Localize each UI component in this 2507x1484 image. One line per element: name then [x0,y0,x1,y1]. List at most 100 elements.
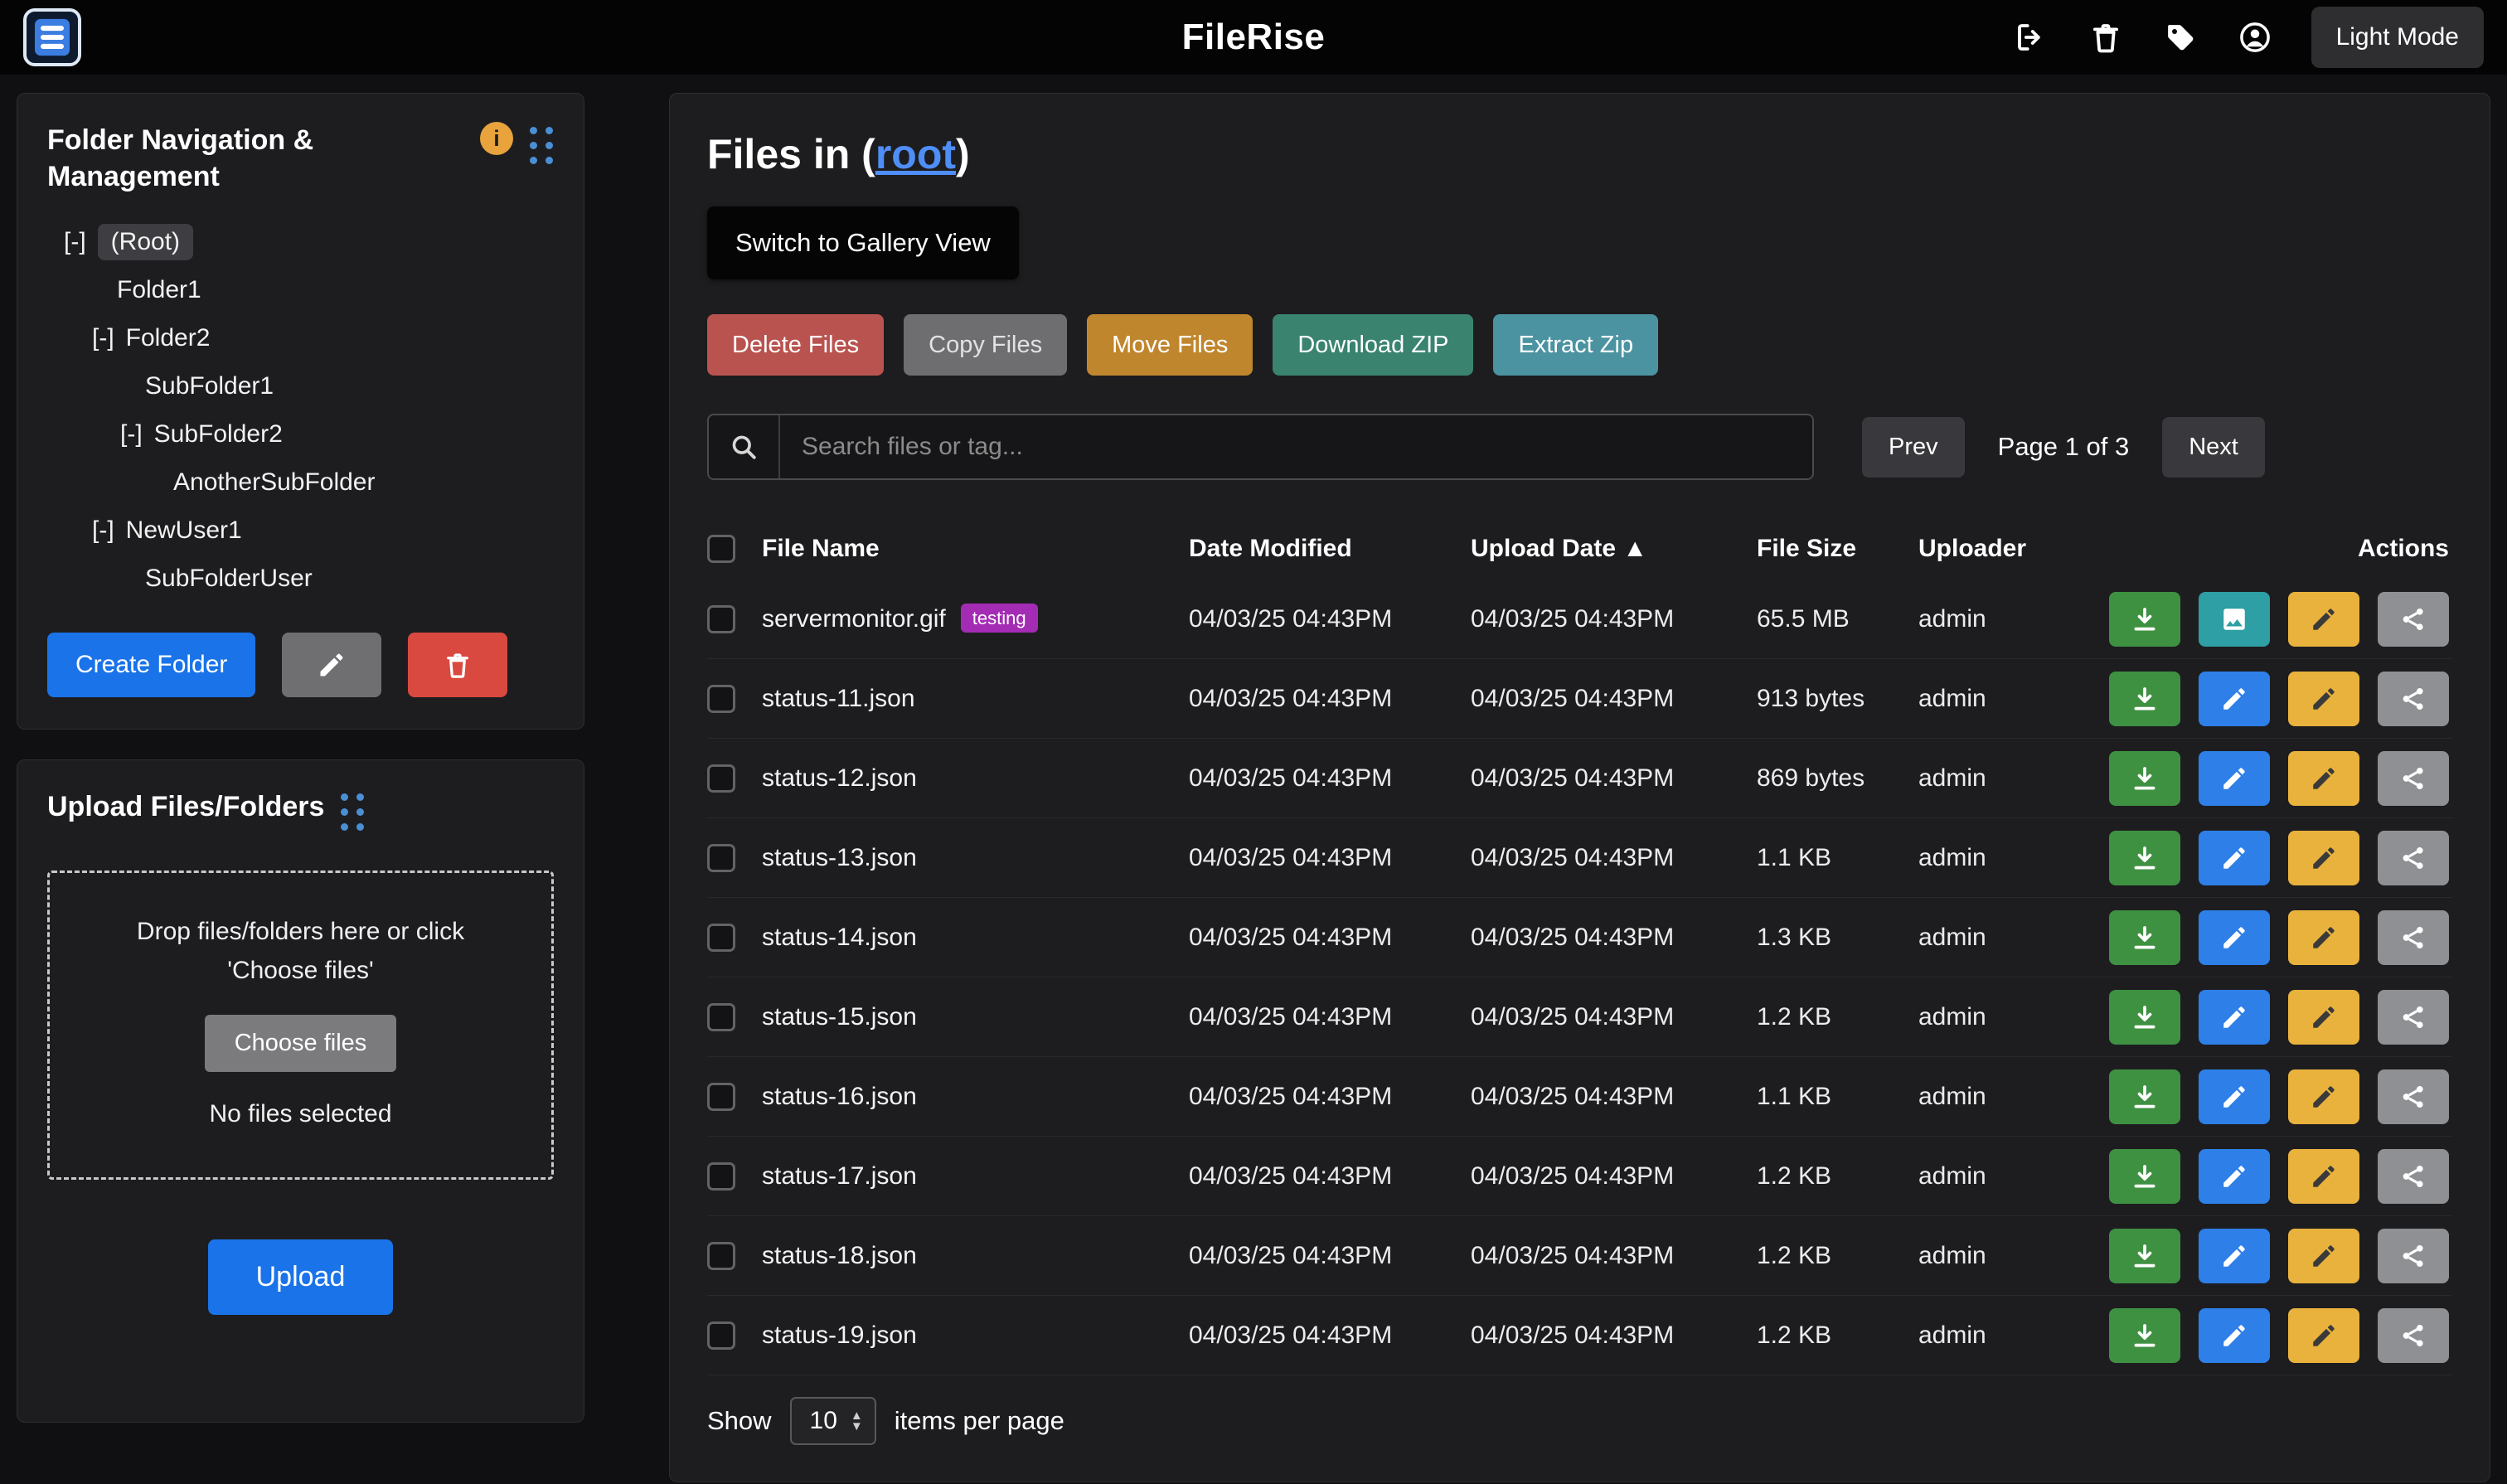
download-button[interactable] [2109,1149,2180,1204]
tree-toggle[interactable]: [-] [92,324,114,352]
share-button[interactable] [2378,672,2449,726]
rename-button[interactable] [2288,751,2359,806]
rename-folder-button[interactable] [282,633,381,697]
copy-files-button[interactable]: Copy Files [904,314,1067,376]
download-button[interactable] [2109,1308,2180,1363]
edit-button[interactable] [2199,1308,2270,1363]
rename-button[interactable] [2288,990,2359,1045]
file-name[interactable]: status-17.json [762,1162,917,1190]
file-dropzone[interactable]: Drop files/folders here or click 'Choose… [47,871,554,1180]
folder-label[interactable]: (Root) [98,224,193,260]
folder-label[interactable]: Folder2 [126,324,211,352]
extract-zip-button[interactable]: Extract Zip [1493,314,1658,376]
rename-button[interactable] [2288,672,2359,726]
file-name[interactable]: status-13.json [762,844,917,871]
rename-button[interactable] [2288,1069,2359,1124]
row-checkbox[interactable] [707,1162,735,1191]
rename-button[interactable] [2288,1308,2359,1363]
light-mode-button[interactable]: Light Mode [2311,7,2484,68]
upload-button[interactable]: Upload [208,1239,394,1315]
download-button[interactable] [2109,910,2180,965]
edit-button[interactable] [2199,1229,2270,1283]
download-button[interactable] [2109,751,2180,806]
file-name[interactable]: status-14.json [762,924,917,951]
preview-button[interactable] [2199,592,2270,647]
download-button[interactable] [2109,990,2180,1045]
edit-button[interactable] [2199,1149,2270,1204]
delete-folder-button[interactable] [408,633,507,697]
column-header-user[interactable]: Uploader [1918,535,2084,563]
share-button[interactable] [2378,751,2449,806]
row-checkbox[interactable] [707,1083,735,1111]
tag-icon[interactable] [2162,19,2199,56]
rename-button[interactable] [2288,1229,2359,1283]
share-button[interactable] [2378,592,2449,647]
edit-button[interactable] [2199,831,2270,885]
trash-icon[interactable] [2088,19,2124,56]
tree-item[interactable]: Folder1 [47,266,554,314]
select-all-checkbox[interactable] [707,535,735,563]
next-page-button[interactable]: Next [2162,417,2265,478]
folder-label[interactable]: Folder1 [117,276,201,304]
folder-label[interactable]: SubFolder1 [145,372,274,400]
choose-files-button[interactable]: Choose files [205,1015,397,1072]
edit-button[interactable] [2199,751,2270,806]
column-header-mod[interactable]: Date Modified [1189,535,1471,563]
folder-label[interactable]: NewUser1 [126,516,242,545]
row-checkbox[interactable] [707,1003,735,1031]
tree-item[interactable]: [-] SubFolder2 [47,410,554,458]
download-button[interactable] [2109,672,2180,726]
rename-button[interactable] [2288,1149,2359,1204]
row-checkbox[interactable] [707,1322,735,1350]
edit-button[interactable] [2199,1069,2270,1124]
file-name[interactable]: status-16.json [762,1083,917,1110]
search-input[interactable] [780,415,1812,478]
share-button[interactable] [2378,1069,2449,1124]
row-checkbox[interactable] [707,685,735,713]
tree-item[interactable]: [-] NewUser1 [47,507,554,555]
row-checkbox[interactable] [707,924,735,952]
tree-toggle[interactable]: [-] [120,420,143,449]
tree-toggle[interactable]: [-] [64,228,86,256]
drag-handle-icon[interactable] [341,793,365,831]
share-button[interactable] [2378,1149,2449,1204]
tree-item[interactable]: SubFolderUser [47,555,554,603]
folder-label[interactable]: SubFolder2 [154,420,283,449]
prev-page-button[interactable]: Prev [1862,417,1965,478]
folder-label[interactable]: SubFolderUser [145,565,313,593]
column-header-size[interactable]: File Size [1757,535,1918,563]
column-header-name[interactable]: File Name [762,535,1189,563]
download-button[interactable] [2109,1229,2180,1283]
app-logo[interactable] [23,8,81,66]
edit-button[interactable] [2199,990,2270,1045]
file-name[interactable]: status-11.json [762,685,915,712]
row-checkbox[interactable] [707,1242,735,1270]
file-name[interactable]: servermonitor.gif [762,605,946,633]
tree-item[interactable]: [-] Folder2 [47,314,554,362]
account-icon[interactable] [2237,19,2273,56]
download-button[interactable] [2109,1069,2180,1124]
file-name[interactable]: status-18.json [762,1242,917,1269]
row-checkbox[interactable] [707,844,735,872]
switch-gallery-view-button[interactable]: Switch to Gallery View [707,206,1019,279]
download-button[interactable] [2109,831,2180,885]
file-name[interactable]: status-15.json [762,1003,917,1031]
info-icon[interactable]: i [480,122,513,155]
share-button[interactable] [2378,1229,2449,1283]
row-checkbox[interactable] [707,764,735,793]
download-zip-button[interactable]: Download ZIP [1273,314,1473,376]
tree-item[interactable]: AnotherSubFolder [47,458,554,507]
drag-handle-icon[interactable] [530,127,554,164]
edit-button[interactable] [2199,910,2270,965]
share-button[interactable] [2378,910,2449,965]
root-link[interactable]: root [875,131,956,177]
rename-button[interactable] [2288,910,2359,965]
tree-toggle[interactable]: [-] [92,516,114,545]
share-button[interactable] [2378,831,2449,885]
share-button[interactable] [2378,1308,2449,1363]
rename-button[interactable] [2288,831,2359,885]
rename-button[interactable] [2288,592,2359,647]
items-per-page-select[interactable]: 10 ▲▼ [790,1397,876,1445]
delete-files-button[interactable]: Delete Files [707,314,884,376]
share-button[interactable] [2378,990,2449,1045]
